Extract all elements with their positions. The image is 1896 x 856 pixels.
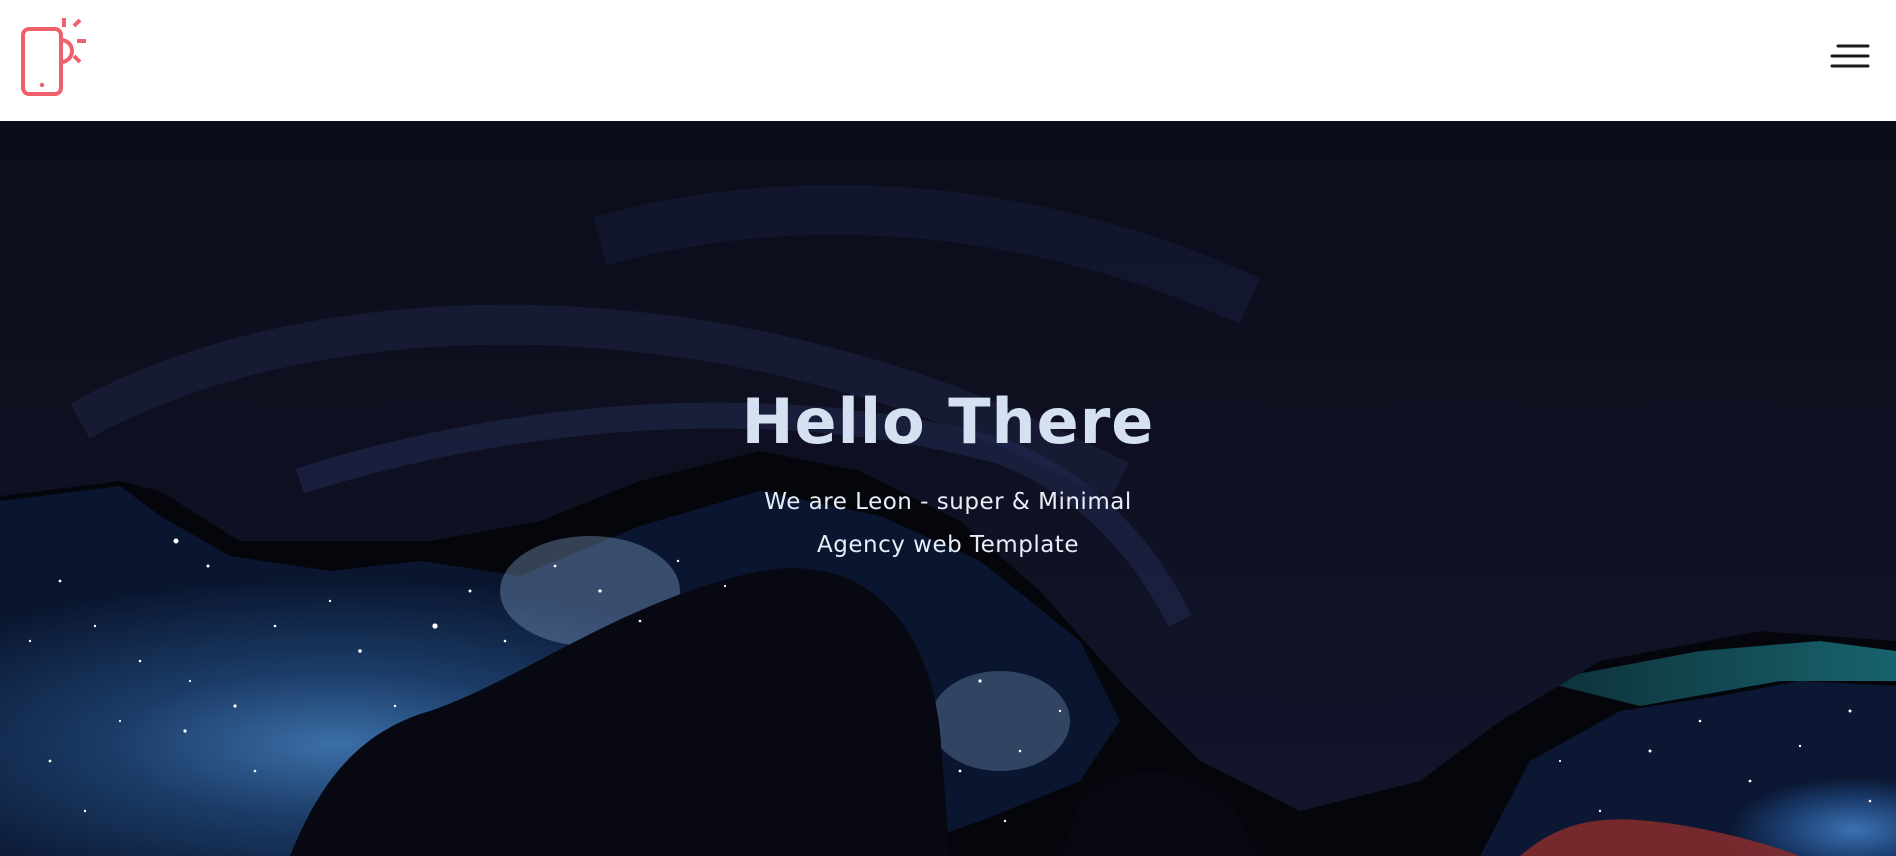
phone-sun-icon bbox=[21, 18, 86, 96]
menu-button[interactable] bbox=[1830, 42, 1870, 72]
logo[interactable] bbox=[21, 18, 99, 98]
hero-text-block: Hello There We are Leon - super & Minima… bbox=[0, 385, 1896, 567]
hero-section: Hello There We are Leon - super & Minima… bbox=[0, 121, 1896, 856]
hero-subtitle-line-1: We are Leon - super & Minimal bbox=[764, 489, 1132, 516]
hamburger-menu-icon bbox=[1830, 44, 1870, 68]
hero-title: Hello There bbox=[741, 385, 1155, 458]
hero-subtitle-line-2: Agency web Template bbox=[817, 532, 1079, 559]
top-navigation-bar bbox=[0, 0, 1896, 121]
hero-subtitle: We are Leon - super & Minimal Agency web… bbox=[0, 481, 1896, 567]
